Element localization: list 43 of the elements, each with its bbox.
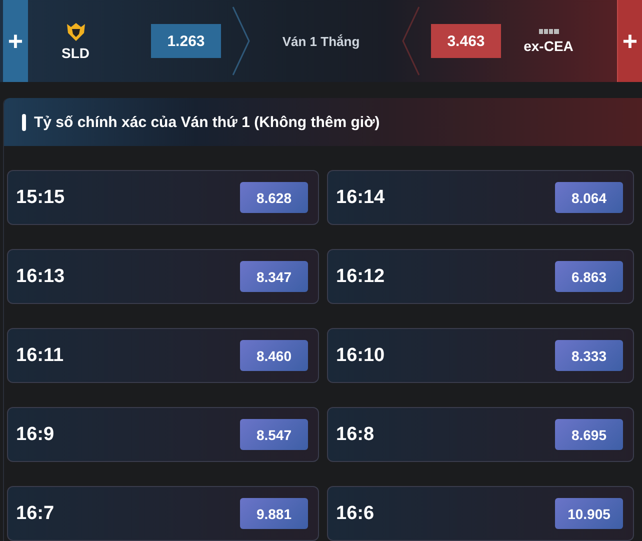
odds-button[interactable]: 8.460 <box>240 340 308 371</box>
odds-button[interactable]: 8.347 <box>240 261 308 292</box>
team-name: SLD <box>62 44 90 60</box>
score-label: 16:13 <box>16 266 65 288</box>
score-label: 16:12 <box>336 266 385 288</box>
score-option[interactable]: 16:12 6.863 <box>327 249 634 304</box>
score-label: 15:15 <box>16 186 65 208</box>
score-label: 16:6 <box>336 502 374 524</box>
score-label: 16:14 <box>336 186 385 208</box>
add-button[interactable]: + <box>3 0 28 82</box>
odds-button[interactable]: 6.863 <box>555 261 623 292</box>
score-option[interactable]: 16:6 10.905 <box>327 486 634 541</box>
score-label: 16:11 <box>16 344 64 366</box>
accent-bar <box>22 114 26 130</box>
odds-button[interactable]: 3.463 <box>431 24 501 58</box>
score-label: 16:7 <box>16 502 54 524</box>
odds-button[interactable]: 1.263 <box>151 24 221 58</box>
score-option[interactable]: 16:11 8.460 <box>7 328 319 383</box>
score-option[interactable]: 16:8 8.695 <box>327 407 634 462</box>
market-title: Tỷ số chính xác của Ván thứ 1 (Không thêm giờ) <box>34 114 380 130</box>
score-option[interactable]: 15:15 8.628 <box>7 170 319 225</box>
add-button[interactable]: + <box>617 0 642 82</box>
score-label: 16:9 <box>16 424 54 446</box>
chevron-icon <box>231 5 251 77</box>
game-logo-icon <box>538 28 558 35</box>
team-name: ex-CEA <box>524 38 574 54</box>
score-option[interactable]: 16:7 9.881 <box>7 486 319 541</box>
chevron-icon <box>401 5 421 77</box>
score-option[interactable]: 16:10 8.333 <box>327 328 634 383</box>
score-label: 16:10 <box>336 344 385 366</box>
odds-button[interactable]: 8.333 <box>555 340 623 371</box>
odds-button[interactable]: 8.695 <box>555 419 623 450</box>
market-label: Ván 1 Thắng <box>281 34 361 48</box>
score-option[interactable]: 16:13 8.347 <box>7 249 319 304</box>
odds-button[interactable]: 8.064 <box>555 182 623 213</box>
shield-logo-icon <box>64 22 86 42</box>
score-option[interactable]: 16:9 8.547 <box>7 407 319 462</box>
odds-button[interactable]: 9.881 <box>240 498 308 529</box>
odds-button[interactable]: 8.628 <box>240 182 308 213</box>
odds-button[interactable]: 10.905 <box>555 498 623 529</box>
score-option[interactable]: 16:14 8.064 <box>327 170 634 225</box>
score-label: 16:8 <box>336 424 374 446</box>
odds-button[interactable]: 8.547 <box>240 419 308 450</box>
